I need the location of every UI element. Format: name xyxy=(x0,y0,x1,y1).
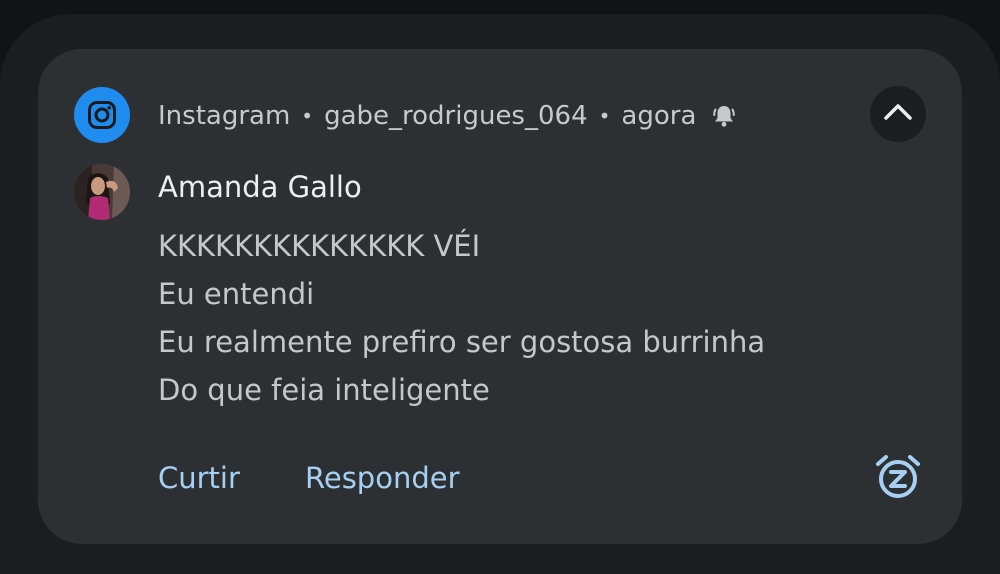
message-line: Eu entendi xyxy=(158,277,315,311)
sender-avatar xyxy=(74,164,130,220)
like-button[interactable]: Curtir xyxy=(158,461,240,495)
message-line: Do que feia inteligente xyxy=(158,373,490,407)
bell-icon xyxy=(712,103,736,129)
snooze-button[interactable] xyxy=(874,455,922,503)
instagram-icon xyxy=(74,87,130,143)
sender-name: Amanda Gallo xyxy=(158,170,362,204)
message-line: KKKKKKKKKKKKKK VÉI xyxy=(158,229,481,263)
separator-dot: • xyxy=(598,104,611,128)
notification-header: Instagram • gabe_rodrigues_064 • agora xyxy=(158,98,736,134)
message-line: Eu realmente prefiro ser gostosa burrinh… xyxy=(158,325,766,359)
timestamp: agora xyxy=(621,101,697,131)
collapse-button[interactable] xyxy=(870,86,926,142)
snooze-alarm-icon xyxy=(874,453,922,505)
app-name: Instagram xyxy=(158,101,291,131)
separator-dot: • xyxy=(301,104,314,128)
chevron-up-icon xyxy=(883,102,913,126)
reply-button[interactable]: Responder xyxy=(305,461,460,495)
account-name: gabe_rodrigues_064 xyxy=(324,101,588,131)
